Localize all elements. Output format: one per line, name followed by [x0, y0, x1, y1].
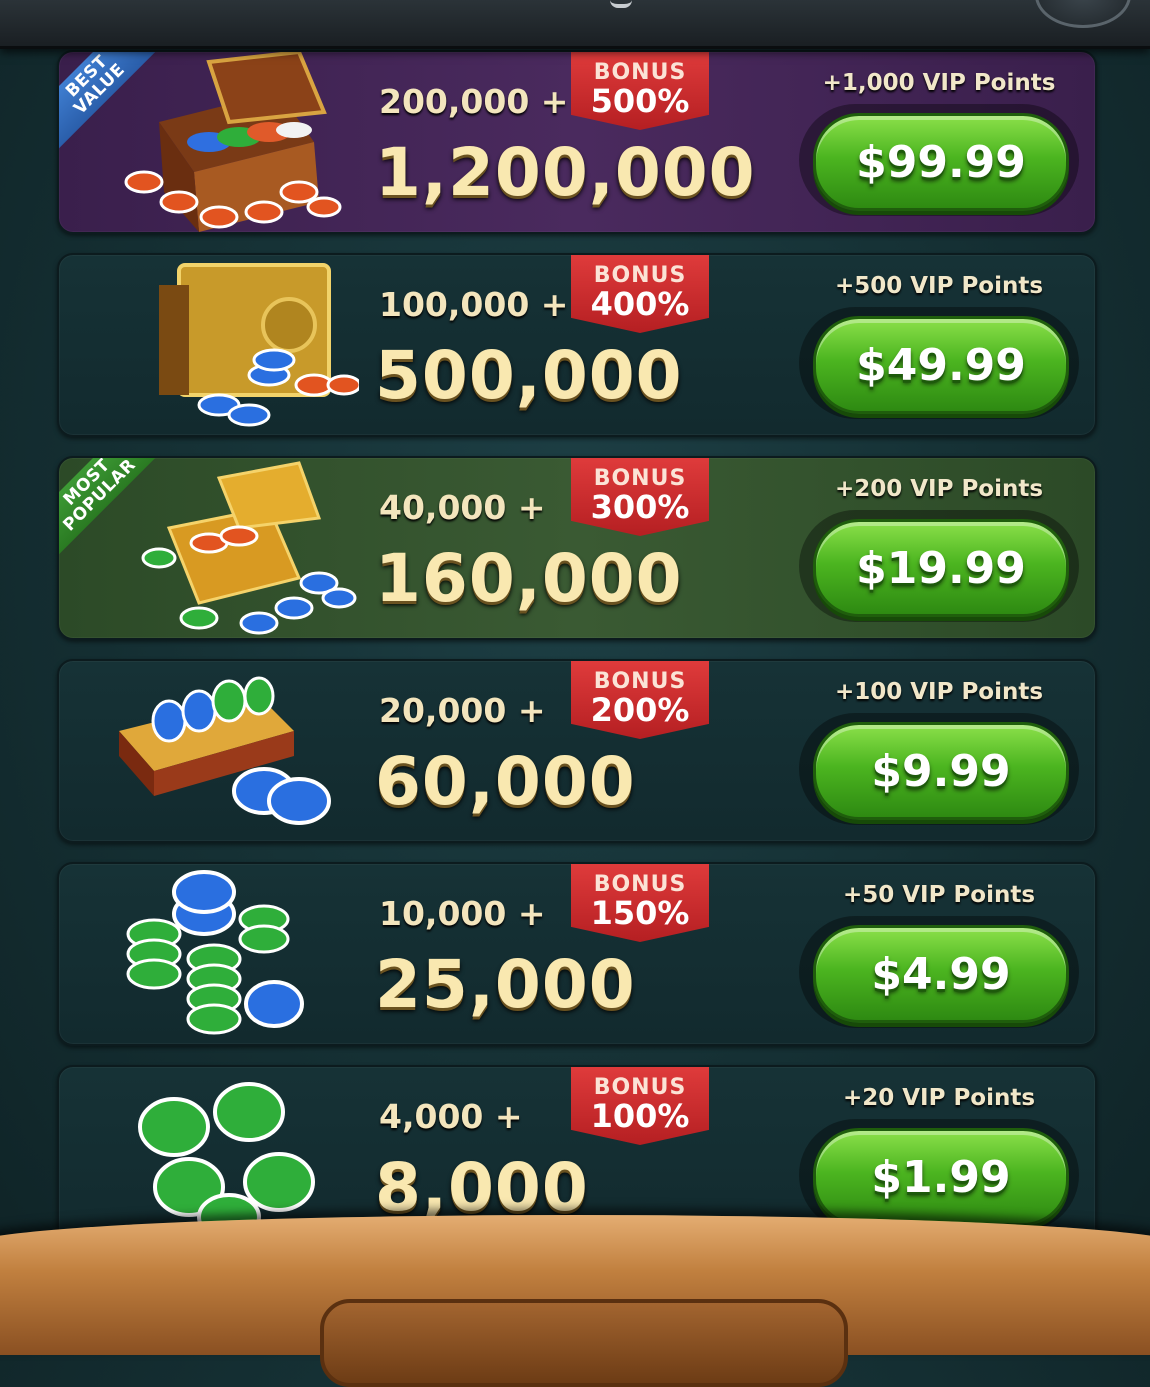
tray-of-chips-icon — [99, 661, 359, 841]
total-amount: 25,000 — [375, 946, 636, 1023]
vip-points: +100 VIP Points — [834, 679, 1044, 705]
bonus-label: BONUS — [593, 1075, 687, 1100]
buy-button[interactable]: $49.99 — [813, 316, 1069, 414]
price-button-frame: $49.99 — [799, 307, 1079, 419]
bonus-label: BONUS — [593, 872, 687, 897]
price-button-frame: $4.99 — [799, 916, 1079, 1028]
package-row: 10,000 + 25,000 BONUS 150% +50 VIP Points… — [57, 862, 1097, 1046]
title-glyph — [610, 0, 632, 8]
bonus-percent: 100% — [590, 1097, 690, 1135]
safe-with-chips-icon — [99, 255, 359, 435]
vip-points: +1,000 VIP Points — [822, 70, 1056, 96]
vip-points: +50 VIP Points — [842, 882, 1036, 908]
total-amount: 60,000 — [375, 743, 636, 820]
bonus-ribbon: BONUS 300% — [571, 458, 709, 536]
bonus-label: BONUS — [593, 263, 687, 288]
price-button-frame: $19.99 — [799, 510, 1079, 622]
bonus-ribbon: BONUS 100% — [571, 1067, 709, 1145]
price-button-frame: $99.99 — [799, 104, 1079, 216]
total-amount: 500,000 — [375, 337, 683, 414]
package-row: 20,000 + 60,000 BONUS 200% +100 VIP Point… — [57, 659, 1097, 843]
bonus-ribbon: BONUS 200% — [571, 661, 709, 739]
base-amount: 200,000 + — [379, 82, 569, 121]
wooden-footer — [0, 1215, 1150, 1387]
close-button[interactable] — [1035, 0, 1131, 28]
bonus-percent: 150% — [590, 894, 690, 932]
bonus-percent: 400% — [590, 285, 690, 323]
base-amount: 20,000 + — [379, 691, 546, 730]
buy-button[interactable]: $19.99 — [813, 519, 1069, 617]
base-amount: 100,000 + — [379, 285, 569, 324]
bonus-label: BONUS — [593, 669, 687, 694]
vip-points: +200 VIP Points — [834, 476, 1044, 502]
price-button-frame: $1.99 — [799, 1119, 1079, 1231]
bonus-percent: 500% — [590, 82, 690, 120]
price-button-frame: $9.99 — [799, 713, 1079, 825]
buy-button[interactable]: $1.99 — [813, 1128, 1069, 1226]
top-bar — [0, 0, 1150, 49]
total-amount: 160,000 — [375, 540, 683, 617]
vip-points: +20 VIP Points — [842, 1085, 1036, 1111]
chip-stacks-icon — [99, 864, 359, 1044]
most-popular-tag: MOST POPULAR — [59, 458, 209, 608]
buy-button[interactable]: $9.99 — [813, 722, 1069, 820]
base-amount: 10,000 + — [379, 894, 546, 933]
base-amount: 4,000 + — [379, 1097, 523, 1136]
vip-points: +500 VIP Points — [834, 273, 1044, 299]
bonus-ribbon: BONUS 500% — [571, 52, 709, 130]
buy-button[interactable]: $99.99 — [813, 113, 1069, 211]
package-row: 100,000 + 500,000 BONUS 400% +500 VIP Poi… — [57, 253, 1097, 437]
bonus-ribbon: BONUS 400% — [571, 255, 709, 333]
base-amount: 40,000 + — [379, 488, 546, 527]
bonus-percent: 300% — [590, 488, 690, 526]
package-row: BEST VALUE 200,000 + 1,200,000 BONUS 500% … — [57, 50, 1097, 234]
bonus-ribbon: BONUS 150% — [571, 864, 709, 942]
total-amount: 1,200,000 — [375, 134, 756, 211]
bonus-percent: 200% — [590, 691, 690, 729]
bonus-label: BONUS — [593, 60, 687, 85]
bonus-label: BONUS — [593, 466, 687, 491]
footer-tab[interactable] — [320, 1299, 848, 1387]
buy-button[interactable]: $4.99 — [813, 925, 1069, 1023]
package-row: MOST POPULAR 40,000 + 160,000 BONUS 300% +… — [57, 456, 1097, 640]
best-value-tag: BEST VALUE — [59, 52, 209, 202]
